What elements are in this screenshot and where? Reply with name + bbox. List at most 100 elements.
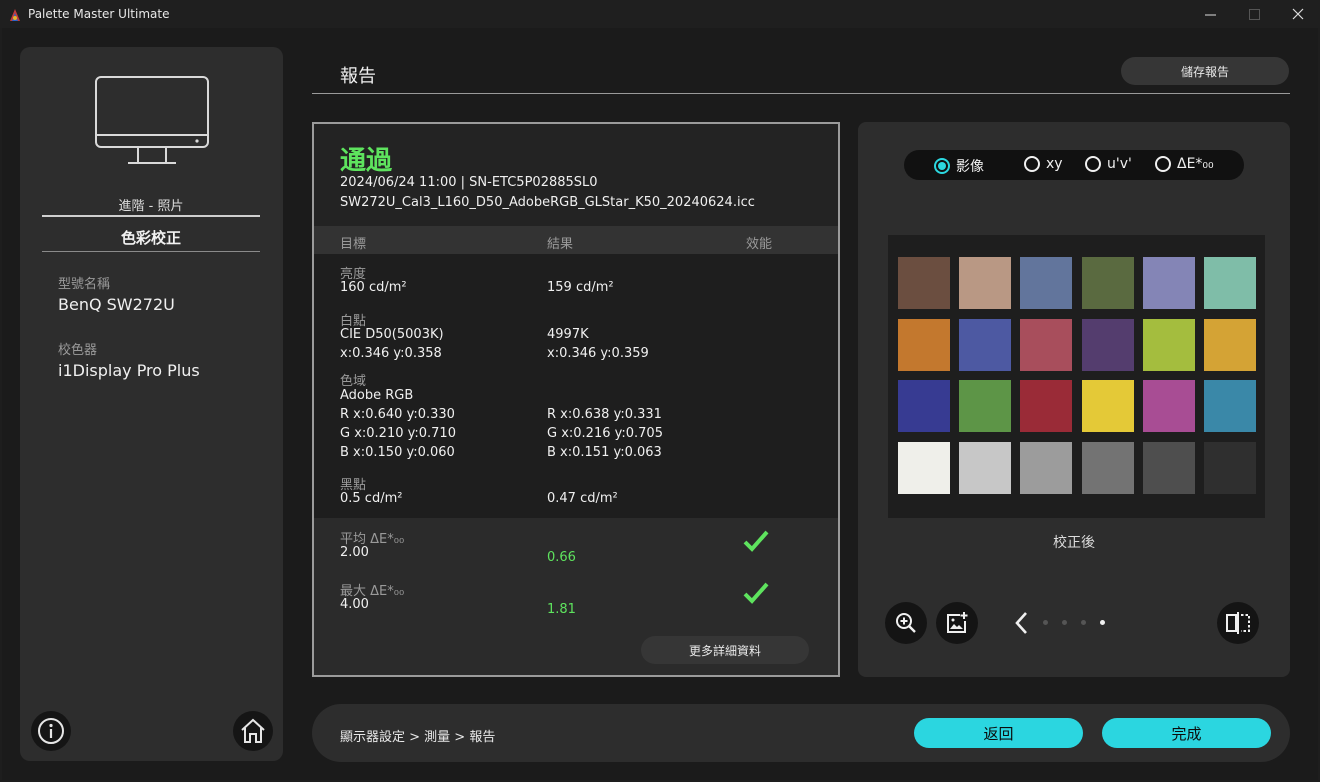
pager-dot[interactable] bbox=[1081, 620, 1086, 625]
max-de-target: 4.00 bbox=[340, 597, 369, 612]
column-performance: 效能 bbox=[746, 237, 773, 252]
gamut-target: Adobe RGB bbox=[340, 388, 414, 403]
radio-icon bbox=[1024, 156, 1040, 172]
info-icon bbox=[38, 718, 64, 744]
zoom-in-icon bbox=[896, 613, 916, 633]
zoom-in-button[interactable] bbox=[885, 602, 927, 644]
title-bar: Palette Master Ultimate bbox=[0, 0, 1320, 28]
bottom-bar: 顯示器設定 > 測量 > 報告 返回 完成 bbox=[312, 704, 1290, 762]
color-patch bbox=[959, 441, 1012, 494]
color-patch bbox=[1142, 441, 1195, 494]
app-logo-icon bbox=[8, 7, 22, 21]
color-patch bbox=[1204, 380, 1256, 432]
checkmark-icon bbox=[743, 530, 769, 552]
color-patch bbox=[898, 257, 950, 309]
view-option-label: xy bbox=[1046, 156, 1063, 172]
view-option-xy[interactable]: xy bbox=[1024, 156, 1063, 172]
color-patch bbox=[1142, 257, 1195, 309]
avg-de-result: 0.66 bbox=[547, 550, 576, 565]
view-option-image[interactable]: 影像 bbox=[934, 156, 984, 176]
color-patch bbox=[1204, 257, 1256, 309]
color-patch bbox=[898, 441, 950, 494]
close-button[interactable] bbox=[1276, 0, 1320, 28]
radio-icon bbox=[1085, 156, 1101, 172]
color-patch bbox=[1020, 380, 1073, 432]
gamut-r-result: R x:0.638 y:0.331 bbox=[547, 407, 662, 422]
monitor-icon bbox=[94, 75, 210, 167]
divider bbox=[42, 251, 260, 252]
avg-de-target: 2.00 bbox=[340, 545, 369, 560]
gamut-b-result: B x:0.151 y:0.063 bbox=[547, 445, 662, 460]
section-title: 色彩校正 bbox=[120, 229, 181, 247]
done-button[interactable]: 完成 bbox=[1102, 718, 1271, 748]
maximize-button[interactable] bbox=[1232, 0, 1276, 28]
model-name-label: 型號名稱 bbox=[58, 277, 111, 292]
mode-label: 進階 - 照片 bbox=[118, 199, 184, 214]
gamut-r-target: R x:0.640 y:0.330 bbox=[340, 407, 455, 422]
compare-button[interactable] bbox=[1217, 602, 1259, 644]
view-mode-selector: 影像 xy u'v' ΔE*₀₀ bbox=[904, 150, 1244, 180]
info-button[interactable] bbox=[31, 711, 71, 751]
model-name-value: BenQ SW272U bbox=[58, 295, 175, 314]
delta-e-section: 平均 ΔE*₀₀ 2.00 0.66 最大 ΔE*₀₀ 4.00 1.81 bbox=[314, 518, 838, 620]
pager-dot-active[interactable] bbox=[1100, 620, 1105, 625]
color-patch bbox=[1020, 257, 1073, 309]
report-profile-name: SW272U_Cal3_L160_D50_AdobeRGB_GLStar_K50… bbox=[340, 195, 755, 210]
luminance-result: 159 cd/m² bbox=[547, 280, 614, 295]
color-patch bbox=[1020, 318, 1073, 371]
white-point-target-xy: x:0.346 y:0.358 bbox=[340, 346, 442, 361]
page-title: 報告 bbox=[340, 66, 376, 87]
color-patch bbox=[1204, 441, 1256, 494]
gamut-g-target: G x:0.210 y:0.710 bbox=[340, 426, 456, 441]
color-patch bbox=[1081, 318, 1134, 371]
checkmark-icon bbox=[743, 582, 769, 604]
more-details-button[interactable]: 更多詳細資料 bbox=[641, 636, 809, 664]
view-option-delta-e[interactable]: ΔE*₀₀ bbox=[1155, 156, 1214, 172]
sidebar: 進階 - 照片 色彩校正 型號名稱 BenQ SW272U 校色器 i1Disp… bbox=[20, 47, 283, 761]
color-patch bbox=[959, 318, 1012, 371]
previous-image-button[interactable] bbox=[1014, 611, 1030, 635]
color-patch bbox=[959, 257, 1012, 309]
color-patch bbox=[1204, 318, 1256, 371]
view-option-uv[interactable]: u'v' bbox=[1085, 156, 1132, 172]
view-option-label: ΔE*₀₀ bbox=[1177, 156, 1214, 172]
breadcrumb: 顯示器設定 > 測量 > 報告 bbox=[340, 730, 496, 745]
report-header: 通過 2024/06/24 11:00 | SN-ETC5P02885SL0 S… bbox=[314, 124, 838, 226]
color-patch bbox=[1020, 441, 1073, 494]
table-header: 目標 結果 效能 bbox=[314, 226, 838, 254]
color-patch bbox=[898, 380, 950, 432]
color-checker-image bbox=[888, 235, 1265, 518]
color-patch bbox=[1081, 380, 1134, 432]
divider bbox=[42, 215, 260, 217]
home-icon bbox=[241, 718, 265, 743]
status-badge: 通過 bbox=[340, 146, 393, 176]
color-patch bbox=[898, 318, 950, 371]
luminance-target: 160 cd/m² bbox=[340, 280, 407, 295]
gamut-b-target: B x:0.150 y:0.060 bbox=[340, 445, 455, 460]
header-divider bbox=[312, 93, 1290, 94]
max-de-result: 1.81 bbox=[547, 602, 576, 617]
report-rows: 亮度 160 cd/m² 159 cd/m² 白點 CIE D50(5003K)… bbox=[314, 254, 838, 518]
minimize-button[interactable] bbox=[1188, 0, 1232, 28]
home-button[interactable] bbox=[233, 711, 273, 751]
radio-selected-icon bbox=[934, 158, 950, 174]
white-point-result-xy: x:0.346 y:0.359 bbox=[547, 346, 649, 361]
add-image-icon bbox=[947, 612, 968, 633]
column-result: 結果 bbox=[547, 237, 574, 252]
save-report-button[interactable]: 儲存報告 bbox=[1121, 57, 1289, 85]
back-button[interactable]: 返回 bbox=[914, 718, 1083, 748]
color-patch bbox=[959, 380, 1012, 432]
white-point-result: 4997K bbox=[547, 327, 589, 342]
pager-dot[interactable] bbox=[1062, 620, 1067, 625]
gamut-g-result: G x:0.216 y:0.705 bbox=[547, 426, 663, 441]
report-panel: 通過 2024/06/24 11:00 | SN-ETC5P02885SL0 S… bbox=[312, 122, 840, 677]
report-timestamp-serial: 2024/06/24 11:00 | SN-ETC5P02885SL0 bbox=[340, 175, 598, 190]
add-image-button[interactable] bbox=[936, 602, 978, 644]
black-point-target: 0.5 cd/m² bbox=[340, 491, 403, 506]
gamut-label: 色域 bbox=[340, 374, 367, 389]
calibrator-label: 校色器 bbox=[58, 343, 98, 358]
view-option-label: 影像 bbox=[956, 159, 984, 175]
pager-dot[interactable] bbox=[1043, 620, 1048, 625]
color-patch bbox=[1081, 257, 1134, 309]
color-patch bbox=[1142, 380, 1195, 432]
